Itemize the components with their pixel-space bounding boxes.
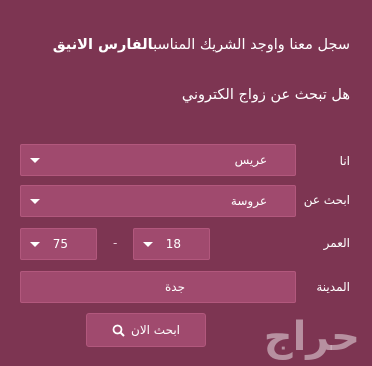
- city-input[interactable]: جدة: [20, 271, 296, 303]
- title-bold: الفارس الانيق: [52, 37, 154, 53]
- age-from-select[interactable]: 18: [133, 228, 210, 260]
- looking-for-select[interactable]: عروسة: [20, 185, 296, 217]
- age-label: العمر: [323, 236, 350, 250]
- search-now-button[interactable]: ابحث الان: [86, 313, 206, 347]
- looking-for-label: ابحث عن: [303, 193, 350, 207]
- search-button-label: ابحث الان: [131, 323, 181, 337]
- age-range-separator: -: [113, 236, 118, 250]
- search-icon: [112, 324, 125, 337]
- age-from-value: 18: [165, 237, 181, 251]
- i-am-select[interactable]: عريس: [20, 144, 296, 176]
- haraj-watermark: حراج: [263, 314, 360, 360]
- chevron-down-icon: [30, 242, 40, 247]
- city-label: المدينة: [316, 280, 350, 294]
- age-to-value: 75: [52, 237, 68, 251]
- i-am-label: انا: [339, 154, 350, 168]
- city-value: جدة: [164, 280, 185, 294]
- age-to-select[interactable]: 75: [20, 228, 97, 260]
- title-text: سجل معنا واوجد الشريك المناسب: [153, 37, 350, 53]
- chevron-down-icon: [30, 158, 40, 163]
- chevron-down-icon: [143, 242, 153, 247]
- form-title: سجل معنا واوجد الشريك المناسبالفارس الان…: [20, 34, 350, 57]
- form-subtitle: هل تبحث عن زواج الكتروني: [181, 87, 350, 103]
- looking-for-value: عروسة: [230, 194, 267, 208]
- i-am-value: عريس: [234, 153, 267, 167]
- chevron-down-icon: [30, 199, 40, 204]
